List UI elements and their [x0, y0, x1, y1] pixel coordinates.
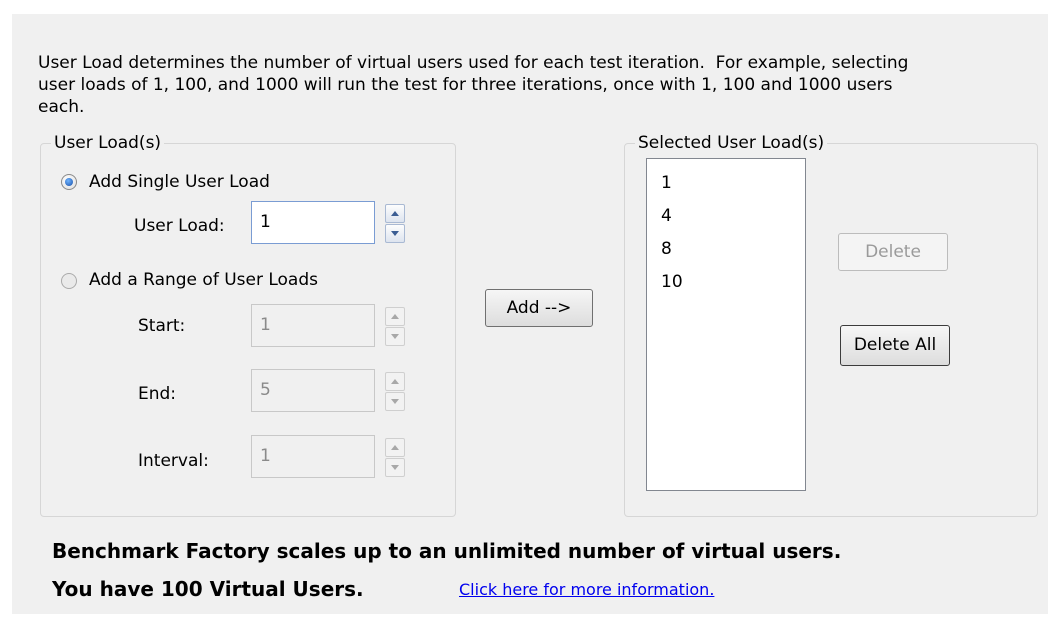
range-end-input-value: 5 [260, 380, 271, 400]
range-start-input[interactable]: 1 [251, 304, 375, 347]
range-start-spin-up-button[interactable] [385, 307, 405, 326]
user-load-spin-down-button[interactable] [385, 224, 405, 243]
user-load-input[interactable]: 1 [251, 201, 375, 244]
range-interval-spinner [385, 435, 405, 478]
range-start-input-value: 1 [260, 315, 271, 335]
range-start-spinner [385, 304, 405, 347]
footer-virtual-users-text: You have 100 Virtual Users. [52, 577, 364, 601]
user-load-spin-up-button[interactable] [385, 204, 405, 223]
range-end-spinner [385, 369, 405, 412]
arrow-down-icon [391, 399, 399, 404]
range-interval-label: Interval: [138, 451, 209, 471]
user-load-spinner [385, 201, 405, 244]
list-item[interactable]: 8 [661, 233, 791, 266]
delete-button[interactable]: Delete [838, 233, 948, 271]
footer-scaling-text: Benchmark Factory scales up to an unlimi… [52, 539, 842, 563]
arrow-up-icon [391, 314, 399, 319]
range-user-loads-radio[interactable] [61, 273, 77, 289]
user-loads-group-legend: User Load(s) [51, 131, 165, 155]
arrow-down-icon [391, 465, 399, 470]
arrow-up-icon [391, 211, 399, 216]
single-user-load-label[interactable]: Add Single User Load [89, 171, 270, 193]
list-item[interactable]: 4 [661, 200, 791, 233]
arrow-up-icon [391, 445, 399, 450]
range-start-spin-down-button[interactable] [385, 327, 405, 346]
single-user-load-radio[interactable] [61, 174, 77, 190]
range-end-label: End: [138, 384, 177, 404]
user-load-input-value: 1 [260, 212, 271, 232]
arrow-up-icon [391, 379, 399, 384]
list-item[interactable]: 1 [661, 167, 791, 200]
selected-user-loads-group-legend: Selected User Load(s) [635, 131, 828, 155]
range-end-spin-up-button[interactable] [385, 372, 405, 391]
range-interval-spin-down-button[interactable] [385, 458, 405, 477]
range-end-input[interactable]: 5 [251, 369, 375, 412]
range-start-label: Start: [138, 316, 186, 336]
range-interval-spin-up-button[interactable] [385, 438, 405, 457]
description-text: User Load determines the number of virtu… [38, 53, 909, 117]
arrow-down-icon [391, 334, 399, 339]
more-information-link[interactable]: Click here for more information. [459, 580, 714, 599]
range-user-loads-label[interactable]: Add a Range of User Loads [89, 269, 318, 291]
selected-user-loads-list[interactable]: 1 4 8 10 [646, 158, 806, 491]
add-button[interactable]: Add --> [485, 289, 593, 327]
delete-all-button[interactable]: Delete All [840, 325, 950, 366]
user-load-field-label: User Load: [134, 216, 225, 236]
range-end-spin-down-button[interactable] [385, 392, 405, 411]
arrow-down-icon [391, 231, 399, 236]
range-interval-input-value: 1 [260, 446, 271, 466]
list-item[interactable]: 10 [661, 266, 791, 299]
range-interval-input[interactable]: 1 [251, 435, 375, 478]
